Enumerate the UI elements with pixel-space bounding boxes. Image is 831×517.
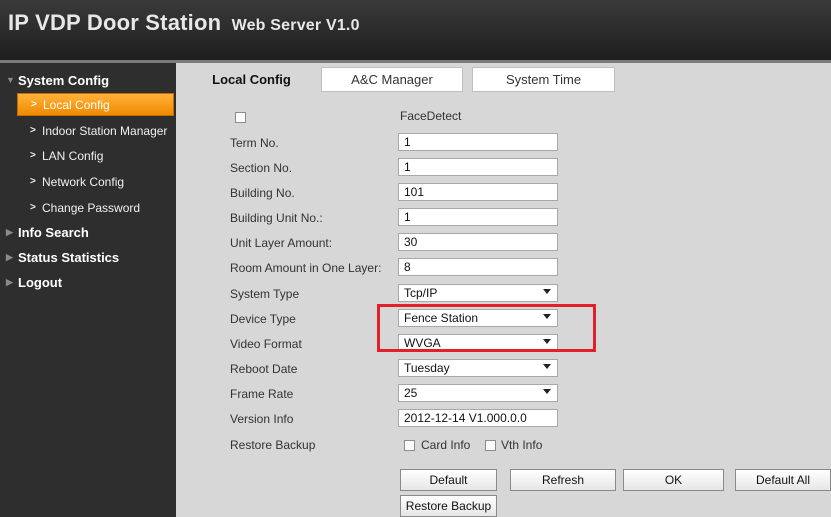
tab-label: System Time bbox=[505, 72, 582, 87]
chevron-right-icon: > bbox=[30, 150, 36, 161]
card-info-label: Card Info bbox=[421, 438, 471, 452]
video-format-select[interactable]: WVGA bbox=[398, 334, 558, 352]
tab-ac-manager[interactable]: A&C Manager bbox=[321, 67, 463, 92]
app-header: IP VDP Door Station Web Server V1.0 bbox=[0, 0, 831, 60]
nav-section-label: Status Statistics bbox=[18, 249, 120, 265]
sidebar-item-label: Local Config bbox=[43, 97, 110, 112]
triangle-right-icon: ▶ bbox=[6, 226, 13, 237]
sidebar-item-change-password[interactable]: > Change Password bbox=[17, 196, 174, 219]
sidebar-item-network-config[interactable]: > Network Config bbox=[17, 170, 174, 193]
sidebar-item-local-config[interactable]: > Local Config bbox=[17, 93, 174, 116]
system-type-value: Tcp/IP bbox=[404, 286, 438, 300]
nav-section-logout[interactable]: ▶ Logout bbox=[0, 271, 176, 293]
sidebar-item-label: Network Config bbox=[42, 174, 125, 189]
caret-down-icon bbox=[543, 339, 551, 344]
tab-system-time[interactable]: System Time bbox=[472, 67, 615, 92]
ok-button[interactable]: OK bbox=[623, 469, 724, 491]
refresh-button[interactable]: Refresh bbox=[510, 469, 616, 491]
room-amount-input[interactable]: 8 bbox=[398, 258, 558, 276]
sidebar-item-label: Indoor Station Manager bbox=[42, 123, 168, 138]
face-detect-checkbox[interactable] bbox=[235, 112, 246, 123]
frame-rate-select[interactable]: 25 bbox=[398, 384, 558, 402]
chevron-right-icon: > bbox=[30, 202, 36, 213]
caret-down-icon bbox=[543, 289, 551, 294]
reboot-date-label: Reboot Date bbox=[230, 362, 298, 376]
default-button[interactable]: Default bbox=[400, 469, 497, 491]
sidebar-item-label: Change Password bbox=[42, 200, 141, 215]
building-unit-no-label: Building Unit No.: bbox=[230, 211, 323, 225]
sidebar-item-label: LAN Config bbox=[42, 148, 104, 163]
term-no-input[interactable]: 1 bbox=[398, 133, 558, 151]
card-info-checkbox[interactable] bbox=[404, 440, 415, 451]
app-subtitle: Web Server V1.0 bbox=[231, 17, 360, 34]
default-all-button[interactable]: Default All bbox=[735, 469, 831, 491]
building-no-label: Building No. bbox=[230, 186, 295, 200]
restore-backup-button[interactable]: Restore Backup bbox=[400, 495, 497, 517]
device-type-select[interactable]: Fence Station bbox=[398, 309, 558, 327]
system-type-label: System Type bbox=[230, 287, 300, 301]
nav-section-info-search[interactable]: ▶ Info Search bbox=[0, 221, 176, 243]
version-info-label: Version Info bbox=[230, 412, 294, 426]
caret-down-icon bbox=[543, 389, 551, 394]
triangle-right-icon: ▶ bbox=[6, 251, 13, 262]
tab-label: Local Config bbox=[212, 72, 291, 87]
triangle-down-icon: ▼ bbox=[6, 75, 15, 85]
sidebar-item-lan-config[interactable]: > LAN Config bbox=[17, 144, 174, 167]
term-no-label: Term No. bbox=[230, 136, 279, 150]
nav-section-status-statistics[interactable]: ▶ Status Statistics bbox=[0, 246, 176, 268]
face-detect-label: FaceDetect bbox=[400, 109, 462, 123]
main-content: Local Config A&C Manager System Time Fac… bbox=[176, 63, 831, 517]
nav-section-label: System Config bbox=[18, 72, 110, 88]
triangle-right-icon: ▶ bbox=[6, 276, 13, 287]
app-title-text: IP VDP Door Station bbox=[8, 10, 222, 35]
unit-layer-amount-input[interactable]: 30 bbox=[398, 233, 558, 251]
vth-info-checkbox[interactable] bbox=[485, 440, 496, 451]
chevron-right-icon: > bbox=[30, 176, 36, 187]
building-unit-no-input[interactable]: 1 bbox=[398, 208, 558, 226]
frame-rate-value: 25 bbox=[404, 386, 418, 400]
device-type-value: Fence Station bbox=[404, 311, 479, 325]
nav-section-label: Logout bbox=[18, 274, 63, 290]
chevron-right-icon: > bbox=[31, 99, 37, 110]
chevron-right-icon: > bbox=[30, 125, 36, 136]
caret-down-icon bbox=[543, 364, 551, 369]
frame-rate-label: Frame Rate bbox=[230, 387, 294, 401]
device-type-label: Device Type bbox=[230, 312, 296, 326]
unit-layer-amount-label: Unit Layer Amount: bbox=[230, 236, 333, 250]
reboot-date-value: Tuesday bbox=[404, 361, 450, 375]
sidebar: ▼ System Config > Local Config > Indoor … bbox=[0, 63, 176, 517]
nav-section-system-config[interactable]: ▼ System Config bbox=[0, 69, 176, 91]
building-no-input[interactable]: 101 bbox=[398, 183, 558, 201]
reboot-date-select[interactable]: Tuesday bbox=[398, 359, 558, 377]
tab-label: A&C Manager bbox=[351, 72, 433, 87]
room-amount-label: Room Amount in One Layer: bbox=[230, 261, 382, 275]
caret-down-icon bbox=[543, 314, 551, 319]
tab-local-config[interactable]: Local Config bbox=[188, 67, 315, 92]
system-type-select[interactable]: Tcp/IP bbox=[398, 284, 558, 302]
sidebar-item-indoor-station-manager[interactable]: > Indoor Station Manager bbox=[17, 119, 174, 142]
section-no-input[interactable]: 1 bbox=[398, 158, 558, 176]
video-format-label: Video Format bbox=[230, 337, 302, 351]
section-no-label: Section No. bbox=[230, 161, 293, 175]
nav-section-label: Info Search bbox=[18, 224, 89, 240]
vth-info-label: Vth Info bbox=[501, 438, 543, 452]
restore-backup-label: Restore Backup bbox=[230, 438, 316, 452]
app-title: IP VDP Door Station Web Server V1.0 bbox=[8, 10, 360, 36]
version-info-field: 2012-12-14 V1.000.0.0 bbox=[398, 409, 558, 427]
video-format-value: WVGA bbox=[404, 336, 441, 350]
